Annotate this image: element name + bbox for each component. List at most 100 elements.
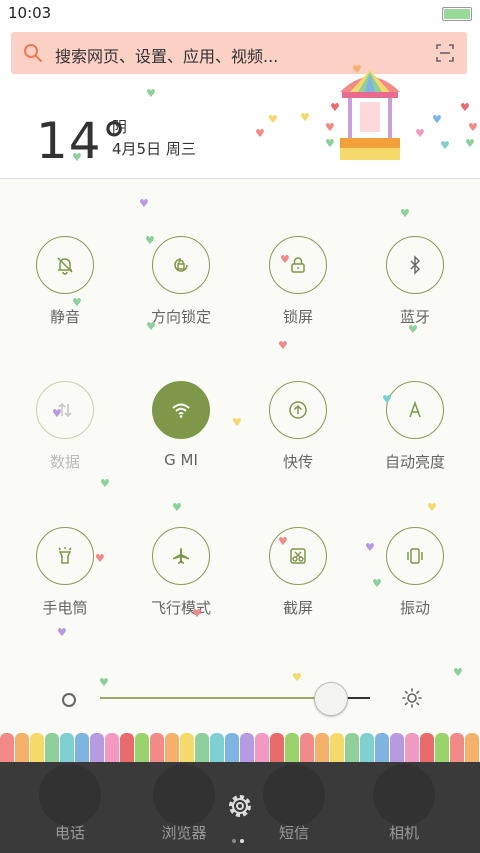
flashlight-icon (58, 547, 72, 564)
heart-icon: ♥ (408, 323, 418, 336)
status-time: 10:03 (8, 4, 52, 22)
toggle-label: 截屏 (282, 599, 313, 617)
weather-date: 4月5日 周三 (112, 140, 196, 158)
toggle-airplane[interactable]: 飞行模式 (126, 527, 236, 618)
brightness-low-icon (62, 693, 76, 707)
heart-icon: ♥ (382, 393, 392, 406)
heart-icon: ♥ (325, 137, 335, 150)
toggle-flashlight[interactable]: 手电筒 (10, 527, 120, 618)
toggle-label: 自动亮度 (384, 453, 445, 471)
bluetooth-icon (410, 255, 420, 275)
toggle-button[interactable] (36, 381, 94, 439)
heart-icon: ♥ (352, 63, 362, 76)
toggle-screenshot[interactable]: 截屏 (243, 527, 353, 618)
heart-icon: ♥ (292, 671, 302, 684)
heart-icon: ♥ (99, 676, 109, 689)
toggle-label: 锁屏 (282, 308, 313, 326)
toggle-vibrate[interactable]: 振动 (360, 527, 470, 618)
heart-icon: ♥ (278, 535, 288, 548)
heart-icon: ♥ (427, 501, 437, 514)
toggle-lock[interactable]: 锁屏 (243, 236, 353, 327)
heart-icon: ♥ (432, 113, 442, 126)
upload-icon (289, 401, 307, 419)
heart-icon: ♥ (72, 296, 82, 309)
toggle-label: 飞行模式 (150, 599, 211, 617)
lock-icon (291, 257, 305, 273)
phone-icon (39, 764, 101, 826)
dock-phone[interactable]: 电话 (30, 764, 110, 843)
toggle-rotation-lock[interactable]: 方向锁定 (126, 236, 236, 327)
heart-icon: ♥ (453, 666, 463, 679)
heart-icon: ♥ (415, 127, 425, 140)
heart-icon: ♥ (325, 121, 335, 134)
carousel-illustration (340, 70, 400, 160)
heart-icon: ♥ (145, 234, 155, 247)
page-indicator (232, 828, 248, 843)
heart-icon: ♥ (268, 113, 278, 126)
bell-icon (57, 257, 73, 275)
heart-icon: ♥ (57, 626, 67, 639)
toggle-label: 数据 (49, 453, 80, 471)
status-bar: 10:03 (0, 0, 480, 28)
dock: 电话 浏览器 短信 相机 (0, 762, 480, 853)
decorative-fence (0, 733, 480, 763)
heart-icon: ♥ (255, 127, 265, 140)
brightness-slider[interactable] (58, 680, 428, 716)
toggle-bell[interactable]: 静音 (10, 236, 120, 327)
heart-icon: ♥ (232, 416, 242, 429)
heart-icon: ♥ (365, 541, 375, 554)
dock-browser[interactable]: 浏览器 (144, 764, 224, 843)
toggle-label: 振动 (399, 599, 430, 617)
toggle-upload[interactable]: 快传 (243, 381, 353, 472)
settings-gear-icon[interactable] (226, 792, 254, 820)
camera-icon (373, 764, 435, 826)
toggle-label: 静音 (49, 308, 80, 326)
heart-icon: ♥ (192, 607, 202, 620)
toggle-label: 方向锁定 (150, 308, 211, 326)
heart-icon: ♥ (300, 111, 310, 124)
auto-brightness-icon (409, 400, 421, 418)
slider-thumb[interactable] (313, 682, 348, 716)
toggle-button[interactable] (386, 236, 444, 294)
toggle-mobile-data[interactable]: 数据 (10, 381, 120, 472)
rotation-lock-icon (174, 258, 188, 272)
heart-icon: ♥ (372, 577, 382, 590)
toggle-label: 快传 (282, 453, 313, 471)
battery-icon (442, 7, 472, 21)
toggle-button[interactable] (36, 527, 94, 585)
toggle-auto-brightness[interactable]: 自动亮度 (360, 381, 470, 472)
message-icon (263, 764, 325, 826)
heart-icon: ♥ (440, 139, 450, 152)
search-input[interactable]: 搜索网页、设置、应用、视频... (55, 43, 278, 67)
toggle-label: 手电筒 (42, 599, 88, 617)
heart-icon: ♥ (465, 137, 475, 150)
toggle-button[interactable] (36, 236, 94, 294)
heart-icon: ♥ (460, 101, 470, 114)
wifi-icon (172, 403, 190, 418)
toggle-button[interactable] (152, 236, 210, 294)
toggle-wifi[interactable]: G MI (126, 381, 236, 469)
toggle-button[interactable] (386, 381, 444, 439)
dock-camera[interactable]: 相机 (364, 764, 444, 843)
heart-icon: ♥ (278, 339, 288, 352)
toggle-button[interactable] (269, 381, 327, 439)
toggle-button[interactable] (152, 527, 210, 585)
brightness-high-icon (402, 688, 422, 708)
heart-icon: ♥ (172, 501, 182, 514)
dock-message[interactable]: 短信 (254, 764, 334, 843)
heart-icon: ♥ (330, 101, 340, 114)
heart-icon: ♥ (52, 407, 62, 420)
heart-icon: ♥ (146, 320, 156, 333)
weather-condition: 阴 (112, 118, 128, 136)
toggle-button[interactable] (269, 236, 327, 294)
slider-fill (100, 697, 318, 699)
scan-icon[interactable] (435, 43, 455, 63)
screenshot-icon (290, 548, 306, 564)
heart-icon: ♥ (146, 87, 156, 100)
toggle-button[interactable] (152, 381, 210, 439)
heart-icon: ♥ (72, 151, 82, 164)
toggle-bluetooth[interactable]: 蓝牙 (360, 236, 470, 327)
heart-icon: ♥ (400, 207, 410, 220)
toggle-label: G MI (164, 451, 198, 469)
toggle-button[interactable] (386, 527, 444, 585)
